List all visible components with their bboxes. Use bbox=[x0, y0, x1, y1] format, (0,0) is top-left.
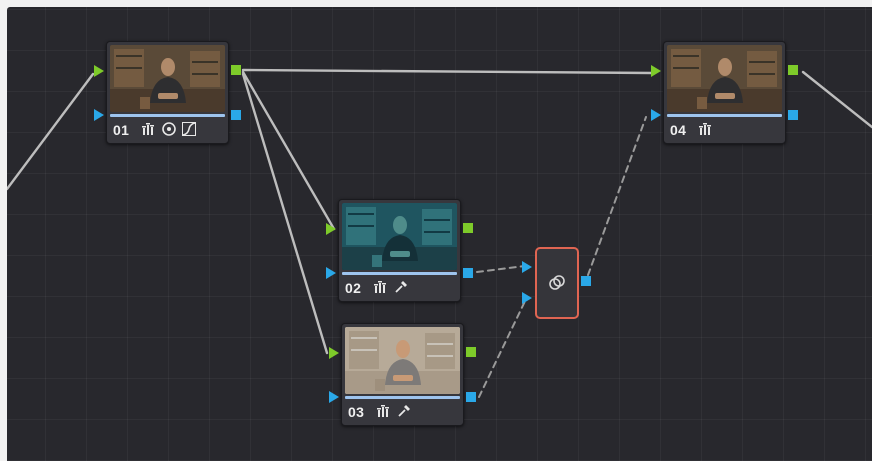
rgb-output-port[interactable] bbox=[463, 223, 473, 233]
wire-04-to-output bbox=[801, 70, 872, 129]
rgb-input-port[interactable] bbox=[651, 65, 661, 77]
node-label: 02 bbox=[345, 280, 362, 296]
alpha-output-port[interactable] bbox=[463, 268, 473, 278]
rgb-input-port[interactable] bbox=[326, 223, 336, 235]
node-accent-bar bbox=[342, 272, 457, 275]
wire-01-to-02 bbox=[241, 70, 336, 231]
rgb-output-port[interactable] bbox=[788, 65, 798, 75]
alpha-output-port[interactable] bbox=[788, 110, 798, 120]
wire-02-to-mixer bbox=[476, 265, 526, 273]
node-label: 03 bbox=[348, 404, 365, 420]
node-01[interactable]: 01 bbox=[94, 41, 241, 144]
node-accent-bar bbox=[345, 396, 460, 399]
layer-mixer-icon bbox=[549, 275, 565, 290]
node-04[interactable]: 04 bbox=[651, 41, 798, 144]
node-tools bbox=[141, 121, 197, 137]
wire-03-to-mixer bbox=[478, 296, 528, 398]
node-tools bbox=[373, 279, 409, 295]
node-accent-bar bbox=[667, 114, 782, 117]
qualifier-icon bbox=[141, 121, 157, 137]
alpha-input-port[interactable] bbox=[651, 109, 661, 121]
node-thumbnail bbox=[342, 203, 457, 270]
wire-mixer-to-04 bbox=[587, 116, 647, 276]
rgb-output-port[interactable] bbox=[231, 65, 241, 75]
alpha-input-port[interactable] bbox=[329, 391, 339, 403]
eyedropper-icon bbox=[393, 279, 409, 295]
rgb-input-port[interactable] bbox=[329, 347, 339, 359]
rgb-input-port[interactable] bbox=[94, 65, 104, 77]
node-thumbnail bbox=[667, 45, 782, 112]
alpha-output-port[interactable] bbox=[466, 392, 476, 402]
mixer-input-1-port[interactable] bbox=[522, 261, 532, 273]
mixer-input-2-port[interactable] bbox=[522, 292, 532, 304]
node-tools bbox=[698, 121, 714, 137]
rgb-output-port[interactable] bbox=[466, 347, 476, 357]
node-accent-bar bbox=[110, 114, 225, 117]
mixer-output-port[interactable] bbox=[581, 276, 591, 286]
alpha-input-port[interactable] bbox=[94, 109, 104, 121]
qualifier-icon bbox=[376, 403, 392, 419]
node-03[interactable]: 03 bbox=[329, 323, 476, 426]
node-label: 04 bbox=[670, 122, 687, 138]
window-icon bbox=[161, 121, 177, 137]
qualifier-icon bbox=[373, 279, 389, 295]
qualifier-icon bbox=[698, 121, 714, 137]
node-graph[interactable]: 01 02 03 04 bbox=[7, 7, 872, 461]
node-thumbnail bbox=[345, 327, 460, 394]
wire-input-to-01 bbox=[7, 72, 95, 191]
alpha-input-port[interactable] bbox=[326, 267, 336, 279]
wire-01-to-04 bbox=[241, 68, 655, 75]
layer-mixer-node[interactable] bbox=[522, 247, 591, 319]
node-02[interactable]: 02 bbox=[326, 199, 473, 302]
eyedropper-icon bbox=[396, 403, 412, 419]
node-thumbnail bbox=[110, 45, 225, 112]
alpha-output-port[interactable] bbox=[231, 110, 241, 120]
node-tools bbox=[376, 403, 412, 419]
node-label: 01 bbox=[113, 122, 130, 138]
curves-icon bbox=[181, 121, 197, 137]
wire-01-to-03 bbox=[241, 72, 329, 355]
